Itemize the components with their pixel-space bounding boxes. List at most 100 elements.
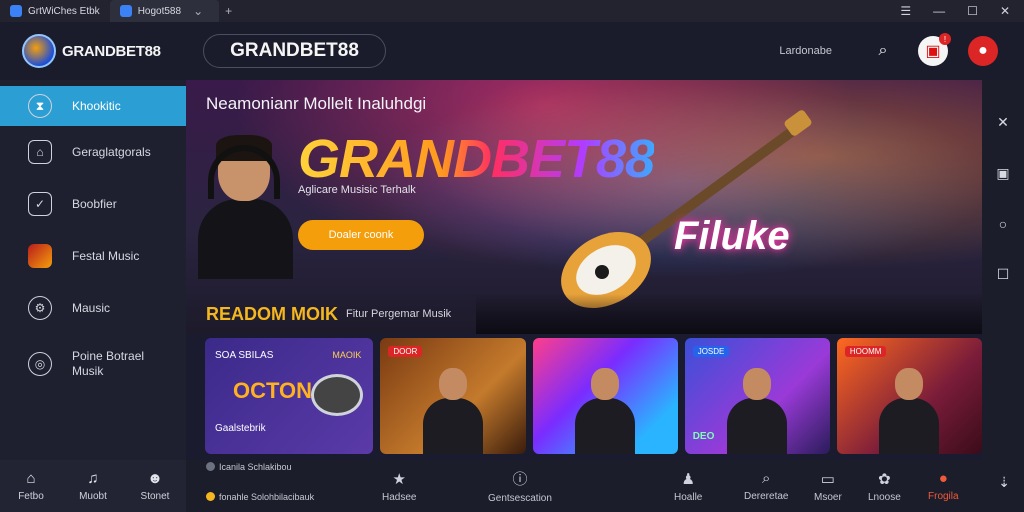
close-icon[interactable]: ✕ — [1000, 4, 1010, 18]
sidebar-item-mausic[interactable]: ⚙ Mausic — [0, 282, 186, 334]
bell-icon: ▣ — [925, 43, 941, 60]
footnote-text: fonahle Solohbilacibauk — [219, 492, 315, 502]
music-card[interactable]: DOOR — [380, 338, 526, 454]
nav-label: Msoer — [814, 491, 842, 503]
sidebar-item-label: Poine Botrael Musik — [72, 349, 145, 378]
drum-icon — [311, 374, 364, 416]
brand-logo-icon — [22, 34, 56, 68]
nav-label: Hadsee — [382, 491, 417, 503]
sidebar-item-label: Mausic — [72, 301, 111, 315]
nav-label: Frogila — [928, 491, 959, 502]
nav-label: Gentsescation — [488, 493, 552, 504]
bottom-navigation: ⌂ Fetbo ♫ Muobt ☻ Stonet Icanila Schlaki… — [0, 460, 1024, 512]
nav-item-stonet[interactable]: ☻ Stonet — [124, 460, 186, 512]
hero-tagline: Filuke — [674, 214, 790, 258]
tab-label: Hogot588 — [137, 5, 182, 17]
check-box-icon: ✓ — [28, 192, 52, 216]
hero-cta-button[interactable]: Doaler coonk — [298, 220, 424, 250]
nav-item-lnoose[interactable]: ✿ Lnoose — [868, 460, 901, 512]
guitarist-image — [422, 364, 483, 454]
guitarist-image — [727, 364, 788, 454]
card-badge: HOOMM — [844, 346, 887, 357]
shuffle-icon[interactable]: ✕ — [997, 114, 1009, 131]
sidebar-item-poine-botrael[interactable]: ◎ Poine Botrael Musik — [0, 334, 186, 394]
nav-label: Dereretae — [744, 491, 789, 502]
square-icon[interactable]: ▣ — [996, 165, 1009, 182]
music-icon: ♫ — [87, 470, 99, 487]
hero-title: GRANDBET88 — [298, 129, 655, 189]
info-icon: ⓘ — [512, 471, 528, 488]
music-card[interactable]: SOA SBILAS MAOIK OCTON Gaalstebrik — [205, 338, 374, 454]
singer-image — [879, 364, 940, 454]
section-subtitle: Fitur Pergemar Musik — [346, 308, 452, 320]
nav-label: Hoalle — [674, 491, 703, 503]
hero-top-text: Neamonianr Mollelt Inaluhdgi — [206, 94, 427, 113]
sidebar: ⧗ Khookitic ⌂ Geraglatgorals ✓ Boobfier … — [0, 80, 186, 460]
notification-button[interactable]: ▣ ! — [918, 33, 951, 66]
stop-icon[interactable]: ☐ — [997, 266, 1010, 283]
nav-item-gentsescation[interactable]: ⓘ Gentsescation — [488, 460, 552, 512]
app-header: GRANDBET88 GRANDBET88 Lardonabe ⌕ ▣ ! ● — [0, 22, 1024, 80]
search-icon: ⌕ — [762, 470, 771, 487]
maximize-icon[interactable]: ☐ — [967, 4, 978, 18]
shield-icon — [10, 5, 22, 17]
brand-pill-button[interactable]: GRANDBET88 — [203, 34, 386, 68]
sidebar-item-label: Boobfier — [72, 197, 117, 211]
circle-icon[interactable]: ○ — [999, 216, 1007, 232]
window-controls: ☰ — ☐ ✕ — [900, 4, 1024, 18]
music-card[interactable]: JOSDE DEO — [684, 338, 830, 454]
target-icon: ◎ — [28, 352, 52, 376]
nav-label: Fetbo — [18, 491, 44, 502]
home-icon: ⌂ — [28, 140, 52, 164]
browser-tab-1[interactable]: GrtWiChes Etbk — [0, 0, 110, 22]
nav-item-fetbo[interactable]: ⌂ Fetbo — [0, 460, 62, 512]
sidebar-item-label: Khookitic — [72, 99, 121, 113]
nav-item-msoer[interactable]: ▭ Msoer — [814, 460, 842, 512]
notification-badge: ! — [939, 33, 951, 45]
menu-icon[interactable]: ☰ — [900, 4, 911, 18]
hero-banner[interactable]: Neamonianr Mollelt Inaluhdgi GRANDBET88 … — [186, 80, 982, 334]
sidebar-item-khookitic[interactable]: ⧗ Khookitic — [0, 86, 186, 126]
section-title: READOM MOIK — [206, 303, 338, 324]
sidebar-item-festal-music[interactable]: Festal Music — [0, 230, 186, 282]
avatar[interactable]: ● — [968, 36, 998, 66]
nav-item-frogila[interactable]: ● Frogila — [928, 460, 959, 512]
header-actions: Lardonabe ⌕ ▣ ! ● — [779, 33, 1024, 66]
browser-tab-2[interactable]: Hogot588 ⌄ — [109, 0, 220, 22]
header-link[interactable]: Lardonabe — [779, 45, 832, 57]
search-icon[interactable]: ⌕ — [868, 36, 898, 66]
person-icon: ♟ — [681, 470, 695, 488]
minimize-icon[interactable]: — — [933, 4, 945, 18]
chevron-down-icon[interactable]: ⌄ — [187, 4, 209, 18]
card-code: DEO — [692, 431, 715, 442]
card-badge: DOOR — [388, 346, 423, 357]
footnote-top: Icanila Schlakibou — [206, 462, 292, 472]
gear-icon: ✿ — [878, 470, 891, 488]
nav-label: Stonet — [140, 491, 170, 502]
nav-label: Muobt — [79, 491, 107, 502]
status-dot-icon — [206, 462, 215, 471]
hourglass-icon: ⧗ — [28, 94, 52, 118]
nav-item-muobt[interactable]: ♫ Muobt — [62, 460, 124, 512]
card-label: MAOIK — [332, 350, 362, 360]
profile-icon: ● — [938, 470, 948, 487]
nav-item-hoalle[interactable]: ♟ Hoalle — [674, 460, 702, 512]
music-card[interactable]: HOOMM — [836, 338, 982, 454]
nav-label: Lnoose — [868, 491, 901, 503]
sidebar-item-geraglatgorals[interactable]: ⌂ Geraglatgorals — [0, 126, 186, 178]
nav-item-dereretae[interactable]: ⌕ Dereretae — [744, 460, 788, 512]
brand[interactable]: GRANDBET88 — [0, 34, 186, 68]
hero-subtitle: Aglicare Musisic Terhalk — [298, 184, 416, 196]
home-icon: ⌂ — [26, 470, 36, 487]
sidebar-item-label: Geraglatgorals — [72, 145, 151, 159]
card-caption: Gaalstebrik — [215, 423, 266, 434]
card-title: SOA SBILAS — [215, 350, 274, 361]
sidebar-item-boobfier[interactable]: ✓ Boobfier — [0, 178, 186, 230]
arrow-down-icon[interactable]: ⇣ — [998, 474, 1010, 491]
singer-image — [198, 135, 293, 279]
nav-item-hadsee[interactable]: ★ Hadsee — [382, 460, 416, 512]
music-card[interactable] — [532, 338, 678, 454]
new-tab-button[interactable]: + — [219, 4, 238, 18]
user-icon: ☻ — [147, 470, 163, 487]
card-logo: OCTON — [233, 378, 313, 403]
